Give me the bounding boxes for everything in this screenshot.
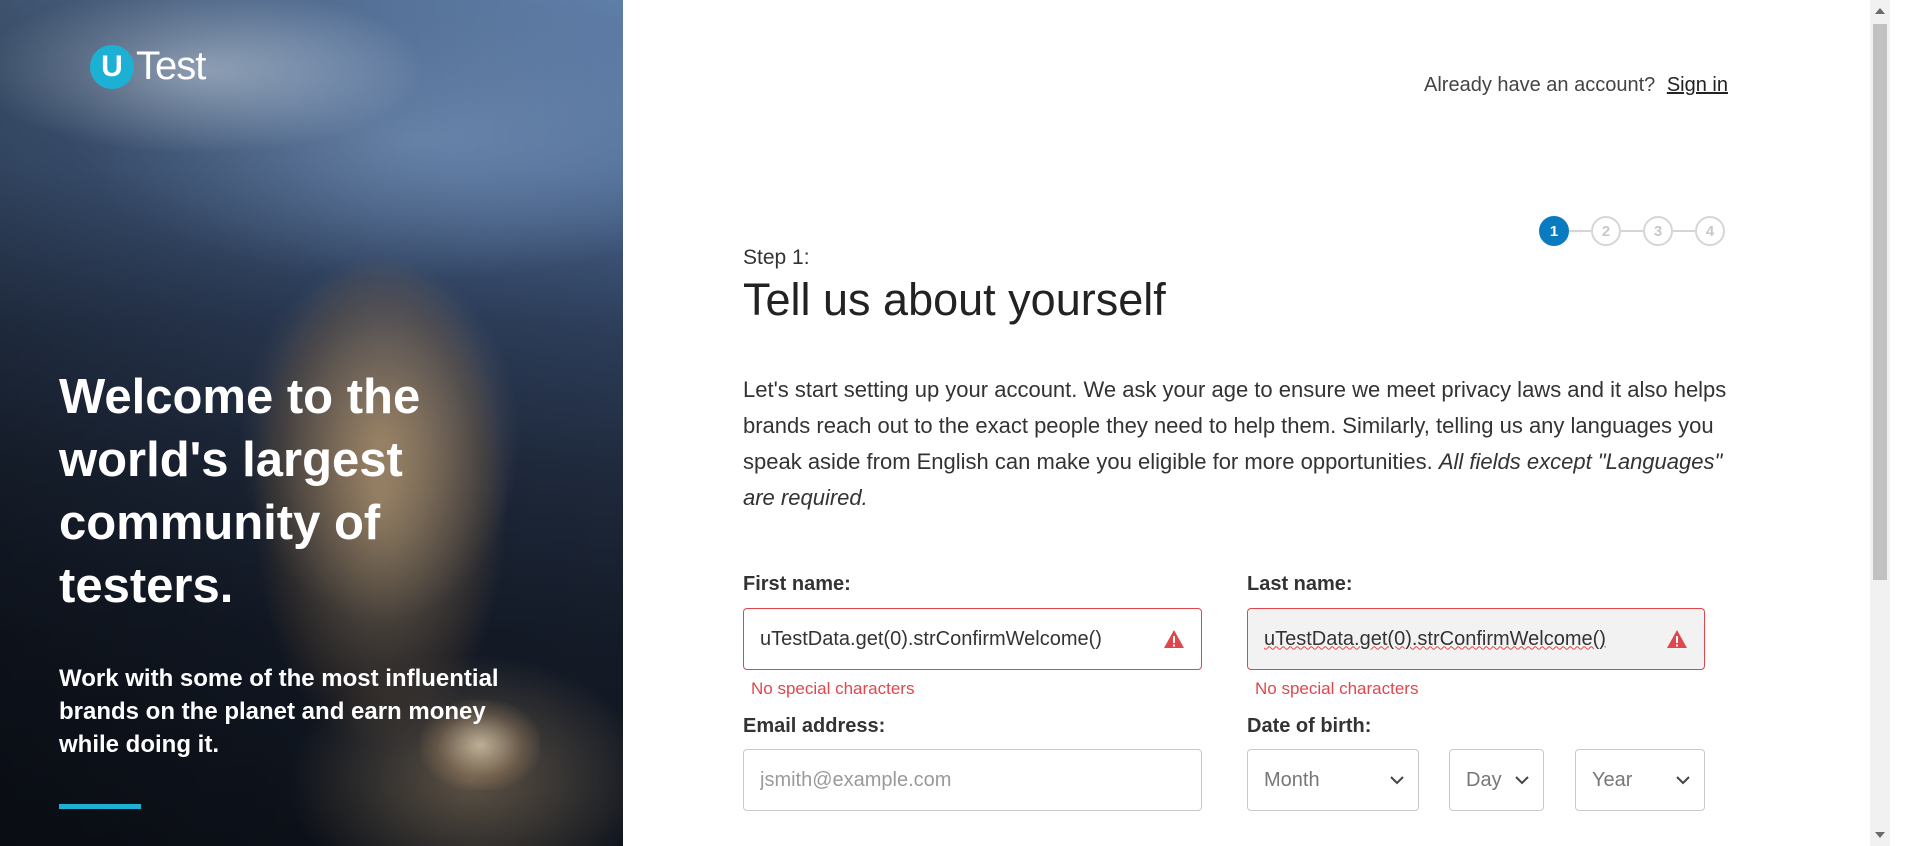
email-field[interactable]: jsmith@example.com	[743, 749, 1202, 811]
scrollbar-thumb[interactable]	[1873, 24, 1887, 580]
signin-row: Already have an account? Sign in	[1300, 74, 1728, 97]
last-name-input[interactable]: uTestData.get(0).strConfirmWelcome()	[1247, 608, 1705, 670]
dob-month-select[interactable]: Month	[1247, 749, 1419, 811]
last-name-label: Last name:	[1247, 573, 1353, 595]
first-name-value: uTestData.get(0).strConfirmWelcome()	[760, 627, 1102, 650]
step-label: Step 1:	[743, 246, 810, 269]
page-scrollbar[interactable]	[1870, 0, 1890, 846]
logo-mark: U	[90, 44, 134, 89]
dob-day-value: Day	[1466, 768, 1502, 791]
dob-day-select[interactable]: Day	[1449, 749, 1544, 811]
chevron-down-icon	[1390, 775, 1404, 784]
dob-label: Date of birth:	[1247, 715, 1372, 737]
intro-text: Let's start setting up your account. We …	[743, 372, 1733, 516]
logo-text: Test	[136, 44, 206, 88]
page-title: Tell us about yourself	[743, 274, 1166, 325]
last-name-value: uTestData.get(0).strConfirmWelcome()	[1264, 627, 1606, 650]
chevron-down-icon	[1515, 775, 1529, 784]
scroll-up-icon[interactable]	[1875, 8, 1885, 14]
hero-accent-bar	[59, 804, 141, 809]
step-3: 3	[1643, 216, 1673, 246]
hero-subtitle: Work with some of the most influential b…	[59, 665, 499, 758]
step-connector	[1621, 230, 1643, 232]
chevron-down-icon	[1676, 775, 1690, 784]
step-connector	[1569, 230, 1591, 232]
hero-title: Welcome to the world's largest community…	[59, 370, 421, 613]
first-name-label: First name:	[743, 573, 851, 595]
utest-logo[interactable]: U Test	[90, 44, 206, 89]
scroll-down-icon[interactable]	[1875, 832, 1885, 838]
email-label: Email address:	[743, 715, 886, 737]
dob-month-value: Month	[1264, 768, 1320, 791]
progress-stepper: 1 2 3 4	[1539, 216, 1729, 246]
email-placeholder: jsmith@example.com	[760, 768, 952, 791]
step-2: 2	[1591, 216, 1621, 246]
first-name-error: No special characters	[751, 679, 915, 698]
step-4: 4	[1695, 216, 1725, 246]
signin-prompt: Already have an account?	[1424, 74, 1656, 96]
dob-year-select[interactable]: Year	[1575, 749, 1705, 811]
warning-icon	[1164, 630, 1184, 648]
step-connector	[1673, 230, 1695, 232]
first-name-input[interactable]: uTestData.get(0).strConfirmWelcome()	[743, 608, 1202, 670]
last-name-error: No special characters	[1255, 679, 1419, 698]
warning-icon	[1667, 630, 1687, 648]
dob-year-value: Year	[1592, 768, 1633, 791]
signin-link[interactable]: Sign in	[1667, 74, 1728, 96]
step-1: 1	[1539, 216, 1569, 246]
